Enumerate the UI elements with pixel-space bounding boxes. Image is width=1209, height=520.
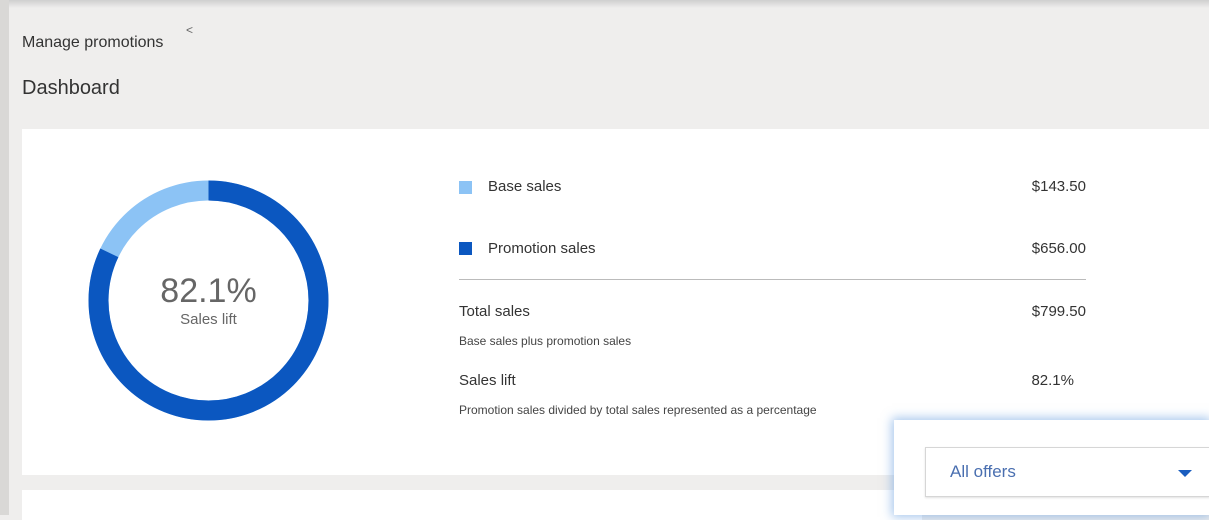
base-sales-swatch (459, 181, 472, 194)
total-sales-label: Total sales (459, 303, 530, 320)
sales-lift-description: Promotion sales divided by total sales r… (459, 403, 817, 417)
total-sales-value: $799.50 (1031, 303, 1086, 320)
promotion-sales-swatch (459, 242, 472, 255)
donut-center-label: 82.1% Sales lift (86, 178, 331, 423)
summary-divider (459, 279, 1086, 280)
legend-value-base-sales: $143.50 (1031, 178, 1086, 195)
window-top-edge (0, 0, 1209, 8)
sales-lift-caption: Sales lift (180, 311, 237, 328)
collapse-chevron-icon[interactable]: < (186, 23, 193, 37)
legend-label-promotion-sales: Promotion sales (488, 240, 596, 257)
chevron-down-icon[interactable] (1178, 470, 1192, 477)
breadcrumb-manage-promotions[interactable]: Manage promotions (22, 34, 163, 52)
legend-label-base-sales: Base sales (488, 178, 562, 195)
secondary-panel (22, 490, 922, 520)
total-sales-description: Base sales plus promotion sales (459, 334, 632, 348)
page-title: Dashboard (22, 77, 120, 99)
offer-filter-dropdown[interactable]: All offers (925, 447, 1209, 497)
window-left-edge (0, 0, 9, 515)
offer-filter-selected-value: All offers (950, 462, 1016, 481)
sales-lift-percent: 82.1% (160, 272, 257, 310)
sales-lift-label: Sales lift (459, 372, 516, 389)
legend-value-promotion-sales: $656.00 (1031, 240, 1086, 257)
sales-lift-value: 82.1% (1031, 372, 1074, 389)
